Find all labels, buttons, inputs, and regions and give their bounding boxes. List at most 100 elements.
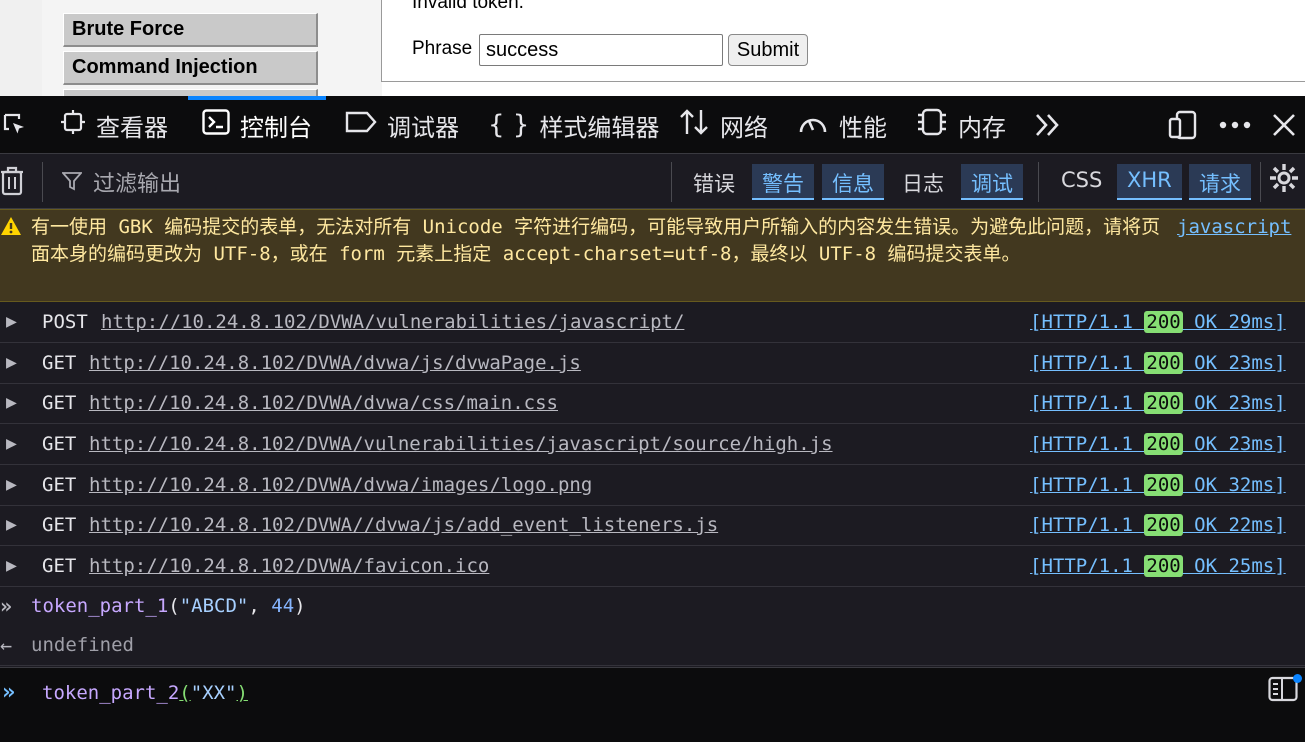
status-message: Invalid token.	[412, 0, 524, 13]
network-request-row[interactable]: ▶ GET http://10.24.8.102/DVWA/vulnerabil…	[0, 424, 1305, 465]
expand-arrow-icon[interactable]: ▶	[6, 433, 17, 454]
request-timing: OK 23ms]	[1182, 352, 1286, 374]
separator	[1038, 162, 1039, 202]
menu-item-brute-force[interactable]: Brute Force	[63, 13, 318, 47]
status-code-badge: 200	[1144, 392, 1183, 414]
submit-button[interactable]: Submit	[728, 34, 808, 66]
request-url[interactable]: http://10.24.8.102/DVWA/dvwa/images/logo…	[89, 474, 592, 496]
console-input[interactable]: » token_part_2("XX")	[0, 667, 1305, 742]
trash-icon[interactable]	[0, 166, 24, 203]
request-status[interactable]: [HTTP/1.1 200 OK 23ms]	[1030, 352, 1286, 374]
status-code-badge: 200	[1144, 514, 1183, 536]
tab-network-label: 网络	[720, 113, 768, 142]
expand-arrow-icon[interactable]: ▶	[6, 311, 17, 332]
request-status[interactable]: [HTTP/1.1 200 OK 32ms]	[1030, 474, 1286, 496]
request-protocol: [HTTP/1.1	[1030, 311, 1145, 333]
request-url[interactable]: http://10.24.8.102/DVWA/dvwa/js/dvwaPage…	[89, 352, 581, 374]
request-url[interactable]: http://10.24.8.102/DVWA/vulnerabilities/…	[89, 433, 833, 455]
network-request-row[interactable]: ▶ GET http://10.24.8.102/DVWA/dvwa/js/dv…	[0, 343, 1305, 384]
warning-source-link[interactable]: javascript	[1177, 216, 1291, 238]
memory-icon	[916, 107, 948, 143]
filter-requests[interactable]: 请求	[1189, 164, 1251, 200]
request-status[interactable]: [HTTP/1.1 200 OK 29ms]	[1030, 311, 1286, 333]
filter-info[interactable]: 信息	[822, 164, 884, 200]
filter-errors[interactable]: 错误	[683, 164, 745, 200]
tab-debugger-label: 调试器	[387, 113, 459, 142]
tab-performance-label: 性能	[839, 113, 887, 142]
more-options-icon[interactable]	[1218, 96, 1252, 154]
command-text: token_part_1("ABCD", 44)	[31, 595, 306, 617]
tab-console[interactable]: 控制台	[188, 96, 326, 154]
network-request-row[interactable]: ▶ GET http://10.24.8.102/DVWA//dvwa/js/a…	[0, 505, 1305, 546]
performance-icon	[797, 108, 829, 142]
request-status[interactable]: [HTTP/1.1 200 OK 23ms]	[1030, 433, 1286, 455]
filter-logs[interactable]: 日志	[892, 164, 954, 200]
input-arg-string: "XX"	[190, 682, 237, 704]
responsive-design-icon[interactable]	[1167, 96, 1199, 154]
tab-style-editor-label: 样式编辑器	[539, 113, 660, 142]
tab-performance[interactable]: 性能	[797, 96, 887, 154]
status-code-badge: 200	[1144, 555, 1183, 577]
filter-css[interactable]: CSS	[1051, 164, 1112, 200]
devtools-toolbar: 查看器 控制台 调试器 { } 样式编辑器 网络 性能 内存	[0, 96, 1305, 154]
input-paren: )	[236, 682, 248, 704]
phrase-input[interactable]	[479, 34, 723, 66]
console-result-row: ← undefined	[0, 626, 1305, 666]
filter-output-input[interactable]: 过滤输出	[61, 166, 181, 198]
expand-arrow-icon[interactable]: ▶	[6, 352, 17, 373]
network-request-row[interactable]: ▶ GET http://10.24.8.102/DVWA/dvwa/image…	[0, 465, 1305, 506]
request-protocol: [HTTP/1.1	[1030, 392, 1145, 414]
console-input-text[interactable]: token_part_2("XX")	[42, 682, 248, 704]
request-method: GET	[42, 392, 77, 414]
request-timing: OK 29ms]	[1182, 311, 1286, 333]
more-tabs-icon[interactable]	[1034, 96, 1062, 154]
web-page: Brute Force Command Injection Invalid to…	[0, 0, 1305, 96]
phrase-label: Phrase	[412, 38, 473, 59]
request-protocol: [HTTP/1.1	[1030, 514, 1145, 536]
console-filter-bar: 过滤输出 错误 警告 信息 日志 调试 CSS XHR 请求	[0, 154, 1305, 209]
command-paren: )	[294, 595, 306, 617]
separator	[671, 162, 672, 202]
expand-arrow-icon[interactable]: ▶	[6, 555, 17, 576]
network-request-row[interactable]: ▶ GET http://10.24.8.102/DVWA/favicon.ic…	[0, 546, 1305, 587]
request-status[interactable]: [HTTP/1.1 200 OK 22ms]	[1030, 514, 1286, 536]
request-protocol: [HTTP/1.1	[1030, 474, 1145, 496]
tab-inspector-label: 查看器	[96, 113, 168, 142]
filter-icon	[61, 172, 89, 197]
network-request-row[interactable]: ▶ GET http://10.24.8.102/DVWA/dvwa/css/m…	[0, 383, 1305, 424]
gear-icon[interactable]	[1268, 162, 1300, 202]
tab-inspector[interactable]: 查看器	[60, 96, 168, 154]
filter-warnings[interactable]: 警告	[752, 164, 814, 200]
filter-debug[interactable]: 调试	[961, 164, 1023, 200]
element-picker-icon[interactable]	[2, 96, 28, 154]
request-url[interactable]: http://10.24.8.102/DVWA/dvwa/css/main.cs…	[89, 392, 558, 414]
request-url[interactable]: http://10.24.8.102/DVWA//dvwa/js/add_eve…	[89, 514, 718, 536]
debugger-icon	[345, 110, 377, 140]
request-status[interactable]: [HTTP/1.1 200 OK 25ms]	[1030, 555, 1286, 577]
request-method: GET	[42, 555, 77, 577]
status-code-badge: 200	[1144, 311, 1183, 333]
menu-item-command-injection[interactable]: Command Injection	[63, 51, 318, 85]
request-url[interactable]: http://10.24.8.102/DVWA/favicon.ico	[89, 555, 489, 577]
network-request-row[interactable]: ▶ POST http://10.24.8.102/DVWA/vulnerabi…	[0, 302, 1305, 343]
request-method: GET	[42, 514, 77, 536]
input-paren: (	[179, 682, 191, 704]
tab-style-editor[interactable]: { } 样式编辑器	[488, 96, 659, 154]
expand-arrow-icon[interactable]: ▶	[6, 474, 17, 495]
request-url[interactable]: http://10.24.8.102/DVWA/vulnerabilities/…	[101, 311, 684, 333]
request-protocol: [HTTP/1.1	[1030, 352, 1145, 374]
notification-dot	[1293, 674, 1302, 683]
request-status[interactable]: [HTTP/1.1 200 OK 23ms]	[1030, 392, 1286, 414]
request-method: GET	[42, 474, 77, 496]
tab-network[interactable]: 网络	[678, 96, 768, 154]
expand-arrow-icon[interactable]: ▶	[6, 392, 17, 413]
filter-xhr[interactable]: XHR	[1117, 164, 1182, 200]
close-icon[interactable]	[1272, 96, 1296, 154]
request-timing: OK 32ms]	[1182, 474, 1286, 496]
tab-memory[interactable]: 内存	[916, 96, 1006, 154]
request-protocol: [HTTP/1.1	[1030, 555, 1145, 577]
menu-item-next[interactable]	[63, 89, 318, 96]
command-comma: ,	[248, 595, 272, 617]
expand-arrow-icon[interactable]: ▶	[6, 514, 17, 535]
tab-debugger[interactable]: 调试器	[345, 96, 459, 154]
